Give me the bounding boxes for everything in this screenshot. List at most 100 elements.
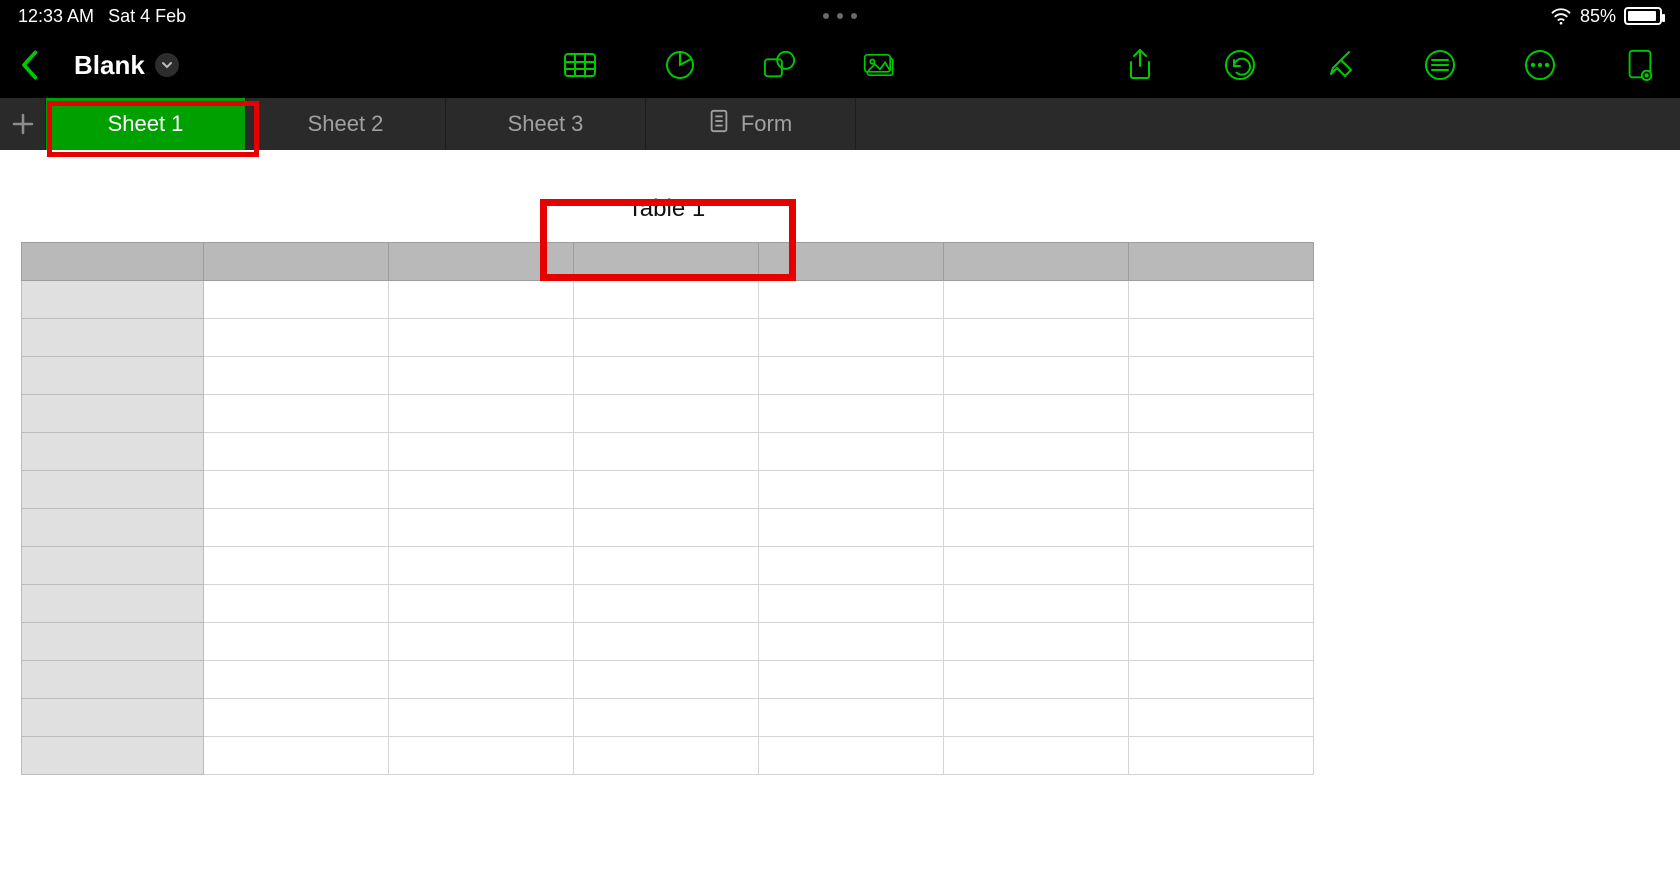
table-cell[interactable] (1129, 357, 1314, 395)
table-cell[interactable] (759, 699, 944, 737)
multitask-dots[interactable] (823, 13, 857, 19)
table-cell[interactable] (944, 471, 1129, 509)
table-cell[interactable] (204, 509, 389, 547)
table-cell[interactable] (944, 281, 1129, 319)
back-button[interactable] (18, 50, 40, 80)
table-cell[interactable] (204, 585, 389, 623)
table-cell[interactable] (389, 509, 574, 547)
sheet-tab-2[interactable]: Sheet 2 (246, 98, 446, 150)
spreadsheet-table[interactable] (21, 242, 1314, 775)
table-title[interactable]: Table 1 (21, 195, 1312, 223)
table-cell[interactable] (574, 661, 759, 699)
undo-icon[interactable] (1218, 43, 1262, 87)
table-cell[interactable] (1129, 395, 1314, 433)
table-cell[interactable] (389, 737, 574, 775)
column-header[interactable] (944, 243, 1129, 281)
table-cell[interactable] (944, 395, 1129, 433)
table-cell[interactable] (389, 395, 574, 433)
table-cell[interactable] (204, 319, 389, 357)
table-cell[interactable] (1129, 737, 1314, 775)
table-cell[interactable] (389, 547, 574, 585)
row-header[interactable] (22, 509, 204, 547)
table-cell[interactable] (944, 547, 1129, 585)
table-cell[interactable] (944, 509, 1129, 547)
row-header[interactable] (22, 319, 204, 357)
table-cell[interactable] (574, 699, 759, 737)
table-cell[interactable] (204, 395, 389, 433)
table-cell[interactable] (759, 585, 944, 623)
table-cell[interactable] (389, 585, 574, 623)
table-cell[interactable] (759, 623, 944, 661)
share-icon[interactable] (1118, 43, 1162, 87)
table-cell[interactable] (389, 281, 574, 319)
insert-media-icon[interactable] (858, 43, 902, 87)
table-cell[interactable] (204, 699, 389, 737)
column-header[interactable] (759, 243, 944, 281)
table-cell[interactable] (574, 319, 759, 357)
table-cell[interactable] (1129, 509, 1314, 547)
table-cell[interactable] (759, 737, 944, 775)
table-cell[interactable] (574, 737, 759, 775)
row-header[interactable] (22, 661, 204, 699)
sheet-tab-3[interactable]: Sheet 3 (446, 98, 646, 150)
table-cell[interactable] (759, 661, 944, 699)
column-header[interactable] (389, 243, 574, 281)
row-header[interactable] (22, 623, 204, 661)
table-cell[interactable] (389, 357, 574, 395)
table-cell[interactable] (1129, 547, 1314, 585)
table-cell[interactable] (574, 623, 759, 661)
insert-table-icon[interactable] (558, 43, 602, 87)
row-header[interactable] (22, 395, 204, 433)
add-sheet-button[interactable] (0, 98, 46, 150)
more-options-icon[interactable] (1518, 43, 1562, 87)
table-cell[interactable] (574, 471, 759, 509)
table-cell[interactable] (389, 661, 574, 699)
table-cell[interactable] (389, 319, 574, 357)
table-cell[interactable] (204, 357, 389, 395)
table-cell[interactable] (574, 281, 759, 319)
row-header[interactable] (22, 585, 204, 623)
table-cell[interactable] (759, 509, 944, 547)
table-cell[interactable] (204, 661, 389, 699)
table-cell[interactable] (944, 319, 1129, 357)
document-title[interactable]: Blank (74, 50, 179, 81)
table-cell[interactable] (759, 281, 944, 319)
table-cell[interactable] (1129, 661, 1314, 699)
table-cell[interactable] (574, 509, 759, 547)
table-cell[interactable] (759, 471, 944, 509)
table-cell[interactable] (759, 357, 944, 395)
row-header[interactable] (22, 281, 204, 319)
table-cell[interactable] (759, 433, 944, 471)
table-cell[interactable] (389, 433, 574, 471)
table-cell[interactable] (1129, 319, 1314, 357)
row-header[interactable] (22, 357, 204, 395)
table-cell[interactable] (204, 737, 389, 775)
present-icon[interactable] (1618, 43, 1662, 87)
table-cell[interactable] (204, 433, 389, 471)
table-cell[interactable] (944, 357, 1129, 395)
table-cell[interactable] (759, 395, 944, 433)
table-cell[interactable] (1129, 623, 1314, 661)
table-cell[interactable] (944, 661, 1129, 699)
table-cell[interactable] (759, 547, 944, 585)
insert-shape-icon[interactable] (758, 43, 802, 87)
table-cell[interactable] (1129, 281, 1314, 319)
table-cell[interactable] (944, 433, 1129, 471)
table-cell[interactable] (759, 319, 944, 357)
table-cell[interactable] (1129, 699, 1314, 737)
table-cell[interactable] (944, 699, 1129, 737)
row-header[interactable] (22, 471, 204, 509)
new-form-tab[interactable]: Form (646, 98, 856, 150)
row-header[interactable] (22, 699, 204, 737)
table-cell[interactable] (1129, 585, 1314, 623)
table-cell[interactable] (1129, 433, 1314, 471)
row-header[interactable] (22, 547, 204, 585)
table-cell[interactable] (1129, 471, 1314, 509)
spreadsheet-canvas[interactable]: Table 1 (0, 150, 1680, 879)
table-cell[interactable] (204, 281, 389, 319)
format-paintbrush-icon[interactable] (1318, 43, 1362, 87)
table-cell[interactable] (389, 623, 574, 661)
table-cell[interactable] (944, 585, 1129, 623)
sheet-tab-1[interactable]: Sheet 1 (46, 98, 246, 150)
column-header[interactable] (204, 243, 389, 281)
